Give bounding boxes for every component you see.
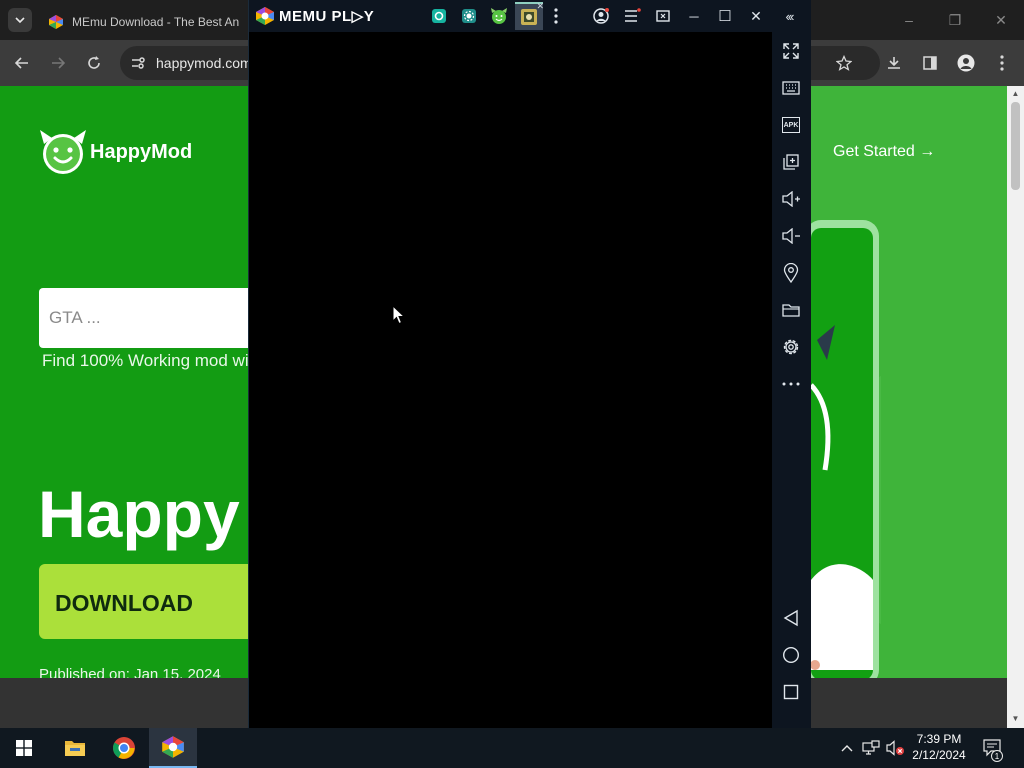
side-panel-button[interactable] [916, 49, 944, 77]
gear-app-icon[interactable] [429, 6, 449, 26]
mouse-cursor-icon [392, 305, 406, 325]
bookmark-star-icon[interactable] [836, 55, 852, 71]
folder-icon[interactable] [780, 299, 802, 321]
volume-up-icon[interactable] [780, 188, 802, 210]
chrome-menu-button[interactable] [988, 49, 1016, 77]
volume-down-icon[interactable] [780, 225, 802, 247]
windows-taskbar: 7:39 PM 2/12/2024 1 [0, 728, 1024, 768]
forward-button[interactable] [44, 49, 72, 77]
show-hidden-icons-button[interactable] [838, 728, 856, 768]
downloads-button[interactable] [880, 49, 908, 77]
scrollbar-thumb[interactable] [1011, 102, 1020, 190]
network-icon[interactable] [860, 728, 882, 768]
close-tab-icon[interactable]: ✕ [536, 1, 544, 12]
multi-instance-icon[interactable] [780, 151, 802, 173]
notification-center-button[interactable]: 1 [980, 728, 1006, 768]
notification-count-badge: 1 [991, 750, 1003, 762]
kebab-icon [554, 8, 558, 24]
more-icon[interactable] [780, 373, 802, 395]
system-clock[interactable]: 7:39 PM 2/12/2024 [905, 731, 973, 763]
menu-icon [625, 8, 641, 22]
game-app-icon [521, 9, 537, 25]
clock-date: 2/12/2024 [912, 748, 966, 762]
tab-search-button[interactable] [8, 8, 32, 32]
download-button-label: DOWNLOAD [55, 590, 193, 616]
memu-minimize-button[interactable]: ─ [684, 6, 704, 26]
page-scrollbar[interactable]: ▲ ▼ [1007, 86, 1024, 728]
memu-titlebar: MEMU PL▷Y ✕ ─ ☐ ✕ ‹‹‹ [249, 0, 811, 32]
volume-muted-icon[interactable] [884, 728, 906, 768]
fullscreen-icon[interactable] [780, 40, 802, 62]
back-button[interactable] [8, 49, 36, 77]
chrome-icon[interactable] [100, 728, 148, 768]
browser-minimize-button[interactable]: – [886, 0, 932, 40]
scroll-down-arrow-icon[interactable]: ▼ [1011, 714, 1020, 724]
search-placeholder: GTA ... [49, 308, 101, 327]
reload-button[interactable] [80, 49, 108, 77]
clock-time: 7:39 PM [916, 732, 962, 746]
memu-logo: MEMU PL▷Y [255, 6, 374, 26]
browser-close-button[interactable]: ✕ [978, 0, 1024, 40]
hero-title: Happy [38, 477, 240, 551]
arrow-left-icon [14, 57, 28, 69]
browser-tab[interactable]: MEmu Download - The Best An [40, 4, 252, 40]
apk-label: APK [782, 117, 800, 133]
search-input[interactable]: GTA ... [39, 288, 259, 348]
happymod-logo-text: HappyMod [90, 140, 193, 163]
kebab-icon [1000, 55, 1004, 71]
memu-close-button[interactable]: ✕ [746, 6, 766, 26]
phone-illustration [805, 220, 881, 678]
account-icon [593, 8, 609, 24]
memu-more-apps-button[interactable] [546, 6, 566, 26]
file-explorer-icon[interactable] [51, 728, 99, 768]
memu-menu-button[interactable] [622, 6, 642, 26]
back-icon[interactable] [780, 607, 802, 629]
windows-start-icon[interactable] [0, 728, 48, 768]
arrow-right-icon [52, 57, 66, 69]
android-screen[interactable] [249, 32, 772, 728]
memu-brand-text: MEMU PL▷Y [279, 8, 375, 25]
happymod-logo[interactable]: HappyMod [38, 128, 192, 176]
scroll-up-arrow-icon[interactable]: ▲ [1011, 89, 1020, 99]
browser-restore-button[interactable]: ❐ [932, 0, 978, 40]
happymod-logo-icon [40, 130, 86, 174]
download-button[interactable]: DOWNLOAD [39, 564, 269, 639]
happymod-app-icon[interactable] [489, 6, 509, 26]
apk-install-icon[interactable]: APK [780, 114, 802, 136]
memu-favicon-icon [49, 15, 63, 29]
settings-icon[interactable] [780, 336, 802, 358]
published-date: Published on: Jan 15, 2024 [39, 666, 221, 678]
memu-window: MEMU PL▷Y ✕ ─ ☐ ✕ ‹‹‹ APK [248, 0, 811, 728]
profile-button[interactable] [952, 49, 980, 77]
screen-cast-icon [656, 10, 670, 22]
profile-icon [957, 54, 975, 72]
memu-sidebar: APK [772, 32, 811, 728]
recents-icon[interactable] [780, 681, 802, 703]
side-panel-icon [923, 56, 937, 70]
url-text: happymod.com [156, 55, 252, 71]
get-started-link[interactable]: Get Started → [833, 143, 935, 161]
memu-maximize-button[interactable]: ☐ [715, 6, 735, 26]
memu-logo-icon [256, 7, 274, 25]
reload-icon [88, 56, 100, 69]
game-app-tab[interactable]: ✕ [515, 1, 544, 30]
desktop: MEmu Download - The Best An – ❐ ✕ happym… [0, 0, 1024, 768]
chevron-down-icon [15, 17, 25, 24]
tab-title: MEmu Download - The Best An [72, 15, 240, 29]
home-icon[interactable] [780, 644, 802, 666]
collapse-sidebar-button[interactable]: ‹‹‹ [779, 6, 799, 26]
location-icon[interactable] [780, 262, 802, 284]
keyboard-icon[interactable] [780, 77, 802, 99]
memu-icon[interactable] [149, 728, 197, 768]
account-button[interactable] [591, 6, 611, 26]
site-info-icon[interactable] [130, 55, 146, 71]
download-icon [888, 57, 900, 69]
search-tagline: Find 100% Working mod wi [42, 351, 249, 370]
chevron-up-icon [841, 745, 853, 752]
screen-cast-button[interactable] [653, 6, 673, 26]
settings-app-icon[interactable] [459, 6, 479, 26]
